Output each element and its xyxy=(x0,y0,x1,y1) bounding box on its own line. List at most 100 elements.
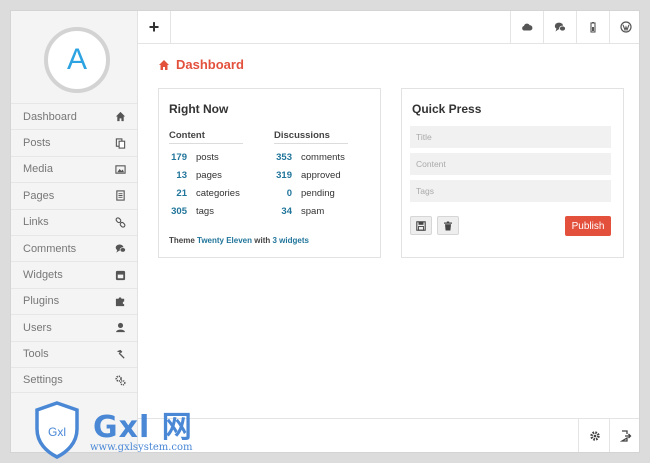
tags-input[interactable]: Tags xyxy=(410,180,611,202)
hammer-icon xyxy=(114,348,126,360)
theme-name-link[interactable]: Twenty Eleven xyxy=(197,236,252,245)
title-input[interactable]: Title xyxy=(410,126,611,148)
stat-count[interactable]: 305 xyxy=(169,206,187,217)
cloud-button[interactable] xyxy=(510,11,543,43)
stat-label: spam xyxy=(301,205,325,217)
comments-icon xyxy=(114,243,126,255)
add-new-button[interactable]: + xyxy=(138,11,171,43)
sidebar-item-links[interactable]: Links xyxy=(11,208,137,235)
link-icon xyxy=(114,216,126,228)
stat-row[interactable]: 305 tags xyxy=(169,202,245,220)
sidebar-item-widgets[interactable]: Widgets xyxy=(11,261,137,287)
sidebar-item-label: Links xyxy=(23,216,49,229)
theme-mid: with xyxy=(254,236,271,245)
content-header: Content xyxy=(169,130,243,144)
stat-count[interactable]: 0 xyxy=(274,188,292,199)
sidebar-item-label: Users xyxy=(23,321,52,334)
stat-row[interactable]: 179 posts xyxy=(169,148,245,166)
stat-count[interactable]: 353 xyxy=(274,152,292,163)
stat-row[interactable]: 319 approved xyxy=(274,166,350,184)
stat-count[interactable]: 21 xyxy=(169,188,187,199)
battery-icon xyxy=(590,22,596,33)
cloud-icon xyxy=(522,23,533,31)
publish-button[interactable]: Publish xyxy=(565,216,611,236)
stat-row[interactable]: 13 pages xyxy=(169,166,245,184)
sidebar-item-label: Widgets xyxy=(23,269,63,282)
right-now-panel: Right Now Content 179 posts 13 pages 21 … xyxy=(158,88,381,258)
page-title-text: Dashboard xyxy=(176,57,244,72)
sidebar-item-label: Dashboard xyxy=(23,110,77,123)
content-input[interactable]: Content xyxy=(410,153,611,175)
sidebar-item-label: Comments xyxy=(23,242,77,255)
stat-label: pages xyxy=(196,169,222,181)
stat-row[interactable]: 0 pending xyxy=(274,184,350,202)
logout-button[interactable] xyxy=(609,419,639,452)
stat-row[interactable]: 353 comments xyxy=(274,148,350,166)
stat-row[interactable]: 34 spam xyxy=(274,202,350,220)
avatar-letter: A xyxy=(66,43,87,76)
sidebar-item-label: Tools xyxy=(23,348,49,361)
sidebar-item-label: Plugins xyxy=(23,295,60,308)
sidebar-item-label: Posts xyxy=(23,137,51,150)
stat-label: pending xyxy=(301,187,335,199)
avatar[interactable]: A xyxy=(44,27,110,93)
top-bar: + xyxy=(138,11,639,44)
stat-label: tags xyxy=(196,205,214,217)
sidebar-item-pages[interactable]: Pages xyxy=(11,182,137,208)
home-icon xyxy=(114,111,126,123)
sidebar-item-users[interactable]: Users xyxy=(11,314,137,340)
stat-row[interactable]: 21 categories xyxy=(169,184,245,202)
quick-press-panel: Quick Press Title Content Tags Publish xyxy=(401,88,624,258)
stat-label: posts xyxy=(196,151,219,163)
sidebar-item-settings[interactable]: Settings xyxy=(11,366,137,394)
puzzle-icon xyxy=(114,295,126,307)
sidebar-menu: Dashboard Posts Media Pages Links Commen… xyxy=(11,103,137,394)
save-draft-button[interactable] xyxy=(410,216,432,235)
trash-icon xyxy=(444,221,452,230)
plus-icon: + xyxy=(148,16,160,37)
content-column: Content 179 posts 13 pages 21 categories… xyxy=(169,130,245,220)
right-now-title: Right Now xyxy=(169,102,229,116)
sidebar-item-label: Settings xyxy=(23,374,63,387)
user-icon xyxy=(114,322,126,334)
sidebar-item-media[interactable]: Media xyxy=(11,155,137,182)
gear-icon xyxy=(589,430,600,441)
stat-count[interactable]: 319 xyxy=(274,170,292,181)
comments-button[interactable] xyxy=(543,11,576,43)
sidebar-item-comments[interactable]: Comments xyxy=(11,234,137,261)
watermark-logo: Gxl Gxl 网 www.gxlsystem.com xyxy=(33,401,208,461)
wordpress-button[interactable] xyxy=(609,11,639,43)
home-icon xyxy=(159,59,169,70)
widgets-link[interactable]: 3 widgets xyxy=(272,236,308,245)
battery-button[interactable] xyxy=(576,11,609,43)
shield-icon: Gxl xyxy=(35,401,79,459)
watermark-badge: Gxl xyxy=(48,425,66,439)
admin-window: A Dashboard Posts Media Pages Links Comm… xyxy=(10,10,640,453)
delete-button[interactable] xyxy=(437,216,459,235)
stat-count[interactable]: 13 xyxy=(169,170,187,181)
sidebar-item-posts[interactable]: Posts xyxy=(11,129,137,155)
sidebar-item-label: Pages xyxy=(23,189,55,202)
stat-count[interactable]: 179 xyxy=(169,152,187,163)
quick-press-title: Quick Press xyxy=(412,102,482,116)
sidebar-item-label: Media xyxy=(23,163,53,176)
page-title: Dashboard xyxy=(158,57,244,72)
sidebar-item-plugins[interactable]: Plugins xyxy=(11,287,137,314)
stat-label: approved xyxy=(301,169,341,181)
watermark-text: Gxl 网 xyxy=(93,410,193,445)
widget-icon xyxy=(114,269,126,281)
logout-icon xyxy=(619,429,631,442)
discussions-column: Discussions 353 comments 319 approved 0 … xyxy=(274,130,350,220)
save-icon xyxy=(416,220,426,231)
comments-icon xyxy=(554,22,566,32)
bottom-bar xyxy=(138,418,639,452)
settings-button[interactable] xyxy=(578,419,610,452)
wordpress-icon xyxy=(620,21,632,33)
stat-label: comments xyxy=(301,151,345,163)
stat-count[interactable]: 34 xyxy=(274,206,292,217)
sidebar-item-tools[interactable]: Tools xyxy=(11,340,137,367)
watermark-url: www.gxlsystem.com xyxy=(90,442,193,453)
image-icon xyxy=(114,163,126,175)
discussions-header: Discussions xyxy=(274,130,348,144)
sidebar-item-dashboard[interactable]: Dashboard xyxy=(11,103,137,129)
